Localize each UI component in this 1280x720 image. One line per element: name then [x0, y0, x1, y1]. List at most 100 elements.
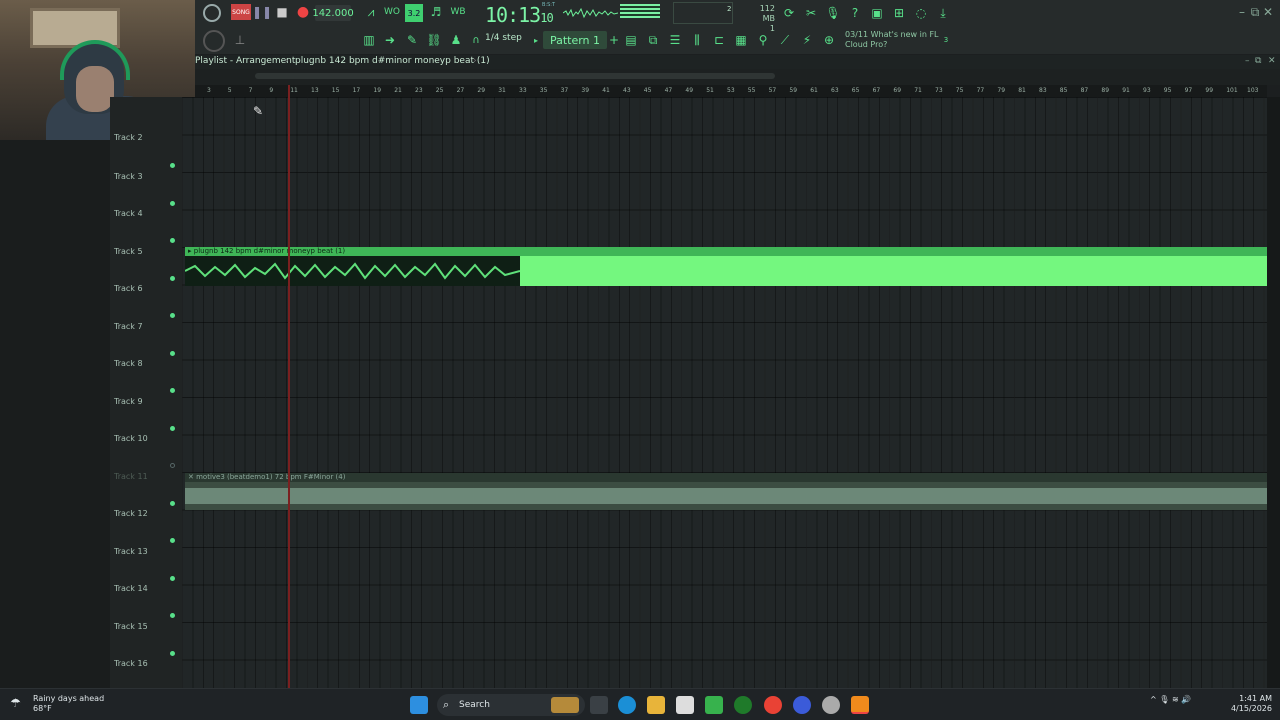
piano-icon[interactable]: ▥ [360, 32, 378, 48]
track-mute-led[interactable] [170, 350, 175, 356]
step-edit-icon[interactable]: ♬ [427, 4, 445, 20]
chevron-right-icon[interactable]: › [473, 56, 477, 66]
audio-clip-muted[interactable]: ✕ motive3 (beatdemo1) 72 bpm F#Minor (4) [185, 473, 1267, 510]
xbox-icon[interactable] [734, 696, 752, 714]
save-icon[interactable]: ▣ [869, 4, 885, 22]
track-label[interactable]: Track 8 [114, 359, 143, 368]
track-mute-led[interactable] [170, 500, 175, 506]
download-icon[interactable]: ⤓ [935, 4, 951, 22]
add-pattern-icon[interactable]: + [609, 32, 619, 48]
plugin-picker-icon[interactable]: ⚲ [755, 32, 771, 48]
news-panel[interactable]: 03/11 What's new in FL Cloud Pro? [845, 30, 939, 50]
scroll-thumb[interactable] [255, 73, 775, 79]
blend-notes-icon[interactable]: WB [449, 4, 467, 20]
edge-icon[interactable] [618, 696, 636, 714]
arrow-right-icon[interactable]: ➜ [383, 32, 397, 48]
ea-icon[interactable] [793, 696, 811, 714]
channel-rack-icon[interactable]: ☰ [667, 32, 683, 48]
track-label[interactable]: Track 14 [114, 584, 148, 593]
track-label[interactable]: Track 12 [114, 509, 148, 518]
help-icon[interactable]: ? [847, 4, 863, 22]
pattern-selector[interactable]: Pattern 1 [543, 31, 607, 49]
minecraft-icon[interactable] [705, 696, 723, 714]
track-label[interactable]: Track 2 [114, 133, 143, 142]
browser-icon[interactable]: ⊏ [711, 32, 727, 48]
pattern-prev-icon[interactable]: ▸ [531, 32, 541, 48]
playlist-minimize-icon[interactable]: – [1245, 56, 1250, 66]
clock-date[interactable]: 1:41 AM 4/15/2026 [1228, 694, 1272, 714]
pause-icon[interactable]: ❚❚ [252, 4, 272, 20]
track-label[interactable]: Track 6 [114, 284, 143, 293]
store-icon[interactable] [676, 696, 694, 714]
snap-selector[interactable]: 1/4 step [485, 33, 522, 43]
track-mute-led[interactable] [170, 238, 175, 243]
close-icon[interactable]: ✕ [1263, 5, 1273, 19]
track-mute-led[interactable] [170, 463, 175, 468]
playlist-close-icon[interactable]: ✕ [1268, 56, 1276, 66]
brush-icon[interactable]: ⟋ [777, 32, 793, 48]
playlist-icon[interactable]: ▤ [623, 32, 639, 48]
arrangement-selector[interactable]: plugnb 142 bpm d#minor moneyp beat (1) [295, 56, 490, 66]
restore-icon[interactable]: ⧉ [1250, 5, 1260, 19]
minimize-icon[interactable]: – [1237, 5, 1247, 19]
track-mute-led[interactable] [170, 388, 175, 393]
audio-clip[interactable]: ▸ plugnb 142 bpm d#minor moneyp beat (1) [185, 247, 1267, 286]
vertical-scroll[interactable] [1267, 97, 1280, 688]
track-label[interactable]: Track 3 [114, 172, 143, 181]
timeline-ruler[interactable]: 3 5 7 9 11 13 15 17 19 21 23 25 27 29 31 33 35 37 39 41 43 45… [195, 85, 1267, 97]
weather-widget[interactable]: ☂ Rainy days ahead 68°F [10, 694, 104, 714]
playhead[interactable] [288, 85, 290, 688]
piano-roll-icon[interactable]: ⧉ [645, 32, 661, 48]
track-label[interactable]: Track 7 [114, 322, 143, 331]
wand-icon[interactable]: ⚡ [799, 32, 815, 48]
stamp-icon[interactable]: ♟ [449, 32, 463, 48]
track-mute-led[interactable] [170, 275, 175, 281]
pencil-icon[interactable]: ✎ [405, 32, 419, 48]
stop-icon[interactable]: ■ [275, 4, 289, 20]
master-volume-knob[interactable] [203, 4, 221, 22]
track-mute-led[interactable] [170, 538, 175, 543]
system-tray[interactable]: ^ 🎙 ≋ 🔊 [1150, 695, 1191, 704]
track-mute-led[interactable] [170, 200, 175, 206]
chat-icon[interactable]: ◌ [913, 4, 929, 22]
mixer-icon[interactable]: ⫼ [689, 32, 705, 48]
microphone-icon[interactable]: 🎙 [825, 4, 841, 22]
file-explorer-icon[interactable] [647, 696, 665, 714]
song-mode-button[interactable]: SONG [231, 4, 251, 20]
wait-input-icon[interactable]: WO [383, 4, 401, 20]
track-label[interactable]: Track 13 [114, 547, 148, 556]
track-mute-led[interactable] [170, 575, 175, 581]
task-view-icon[interactable] [590, 696, 608, 714]
cart-icon[interactable]: ⊕ [821, 32, 837, 48]
chrome-icon[interactable] [764, 696, 782, 714]
track-mute-led[interactable] [170, 425, 175, 431]
countdown-button[interactable]: 3.2 [405, 4, 423, 22]
track-label[interactable]: Track 16 [114, 659, 148, 668]
steam-icon[interactable] [822, 696, 840, 714]
pitch-knob[interactable] [203, 30, 225, 52]
plugin-db-icon[interactable]: ▦ [733, 32, 749, 48]
midi-icon[interactable]: ⊞ [891, 4, 907, 22]
track-mute-led[interactable] [170, 163, 175, 168]
metronome-icon[interactable]: ⩘ [363, 4, 379, 20]
track-label[interactable]: Track 11 [114, 472, 148, 481]
horizontal-scroll[interactable] [195, 69, 1280, 85]
undo-history-icon[interactable]: ⟳ [781, 4, 797, 22]
magnet-icon[interactable]: ∩ [469, 32, 483, 48]
track-label[interactable]: Track 9 [114, 397, 143, 406]
track-label[interactable]: Track 15 [114, 622, 148, 631]
fl-studio-icon[interactable] [851, 696, 869, 714]
tuning-icon[interactable]: ⊥ [233, 32, 247, 48]
cut-tool-icon[interactable]: ✂ [803, 4, 819, 22]
tempo-display[interactable]: 142.000 [312, 5, 354, 21]
track-label[interactable]: Track 10 [114, 434, 148, 443]
news-badge[interactable]: 3 [939, 32, 953, 48]
track-label[interactable]: Track 5 [114, 247, 143, 256]
link-icon[interactable]: ⛓ [426, 32, 441, 48]
playlist-grid[interactable] [182, 97, 1267, 688]
playlist-restore-icon[interactable]: ⧉ [1255, 56, 1261, 66]
track-mute-led[interactable] [170, 313, 175, 318]
track-mute-led[interactable] [170, 613, 175, 618]
taskbar-search[interactable]: ⌕ Search [437, 694, 585, 716]
windows-start-icon[interactable] [410, 696, 428, 714]
